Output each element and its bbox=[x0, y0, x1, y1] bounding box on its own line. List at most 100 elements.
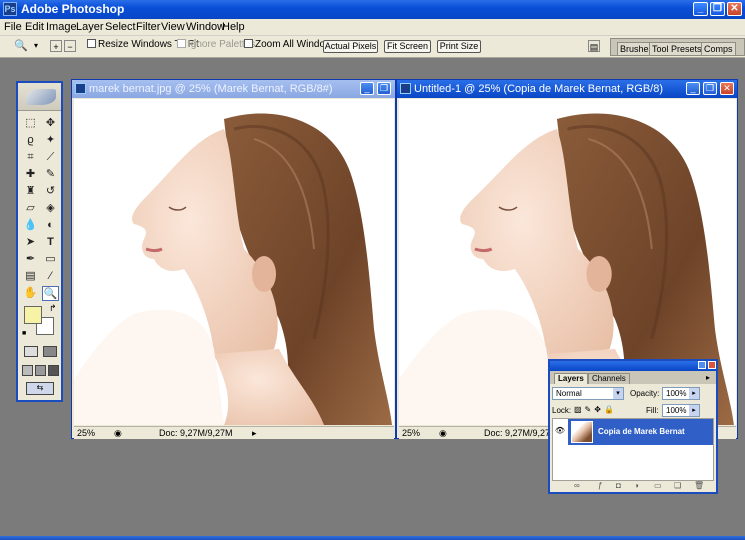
menu-image[interactable]: Image bbox=[46, 21, 77, 33]
screen-mode-standard-icon[interactable] bbox=[22, 365, 33, 376]
tab-comps[interactable]: Comps bbox=[701, 42, 736, 55]
menu-bar: File Edit Image Layer Select Filter View… bbox=[0, 19, 745, 36]
tool-preset-dropdown-icon[interactable]: ▾ bbox=[30, 40, 42, 52]
foreground-color-swatch[interactable] bbox=[24, 306, 42, 324]
blur-tool-icon[interactable]: 💧 bbox=[22, 218, 39, 233]
zoom-tool-icon[interactable]: 🔍 bbox=[14, 40, 28, 52]
document-minimize-button[interactable]: _ bbox=[360, 82, 374, 95]
clone-stamp-tool-icon[interactable]: ♜ bbox=[22, 184, 39, 199]
eye-visibility-icon[interactable]: 👁 bbox=[553, 419, 567, 443]
layers-tabs: Layers Channels ▸ bbox=[550, 371, 716, 384]
delete-layer-icon[interactable]: 🗑 bbox=[694, 481, 704, 490]
minimize-button[interactable]: _ bbox=[693, 2, 708, 16]
quick-mask-icon[interactable] bbox=[43, 346, 57, 357]
menu-help[interactable]: Help bbox=[222, 21, 245, 33]
pen-tool-icon[interactable]: ✒ bbox=[22, 252, 39, 267]
layer-mask-icon[interactable]: ◘ bbox=[616, 481, 621, 490]
document-status-bar-1: 25% ◉ Doc: 9,27M/9,27M ▸ bbox=[74, 426, 394, 439]
tab-layers[interactable]: Layers bbox=[554, 373, 588, 384]
menu-layer[interactable]: Layer bbox=[76, 21, 104, 33]
photoshop-logo-icon: Ps bbox=[3, 2, 17, 16]
notes-tool-icon[interactable]: ▤ bbox=[22, 269, 39, 284]
layers-footer: ∞ ƒ ◘ ◑ ▭ ❏ 🗑 bbox=[550, 481, 716, 492]
paint-bucket-tool-icon[interactable]: ◈ bbox=[42, 201, 59, 216]
crop-tool-icon[interactable]: ⌗ bbox=[22, 150, 39, 165]
status-arrow-icon[interactable]: ▸ bbox=[252, 428, 257, 439]
eraser-tool-icon[interactable]: ▱ bbox=[22, 201, 39, 216]
document-window-1: marek bernat.jpg @ 25% (Marek Bernat, RG… bbox=[71, 79, 396, 439]
layers-palette: Layers Channels ▸ Normal ▾ Opacity: 100% ▸… bbox=[548, 359, 718, 494]
zoom-in-icon[interactable]: + bbox=[50, 40, 62, 52]
zoom-level[interactable]: 25% bbox=[77, 428, 95, 438]
close-button[interactable]: ✕ bbox=[727, 2, 742, 16]
restore-button[interactable]: ❐ bbox=[710, 2, 725, 16]
adjustment-layer-icon[interactable]: ◑ bbox=[634, 481, 639, 490]
magic-wand-tool-icon[interactable]: ✦ bbox=[42, 133, 59, 148]
document-title: marek bernat.jpg @ 25% (Marek Bernat, RG… bbox=[89, 83, 333, 95]
link-layers-icon[interactable]: ∞ bbox=[574, 481, 580, 490]
opacity-input[interactable]: 100% ▸ bbox=[662, 387, 700, 400]
fill-input[interactable]: 100% ▸ bbox=[662, 404, 700, 417]
standard-mode-icon[interactable] bbox=[24, 346, 38, 357]
swap-colors-icon[interactable]: ↱ bbox=[49, 303, 57, 314]
zoom-tool-icon[interactable]: 🔍 bbox=[42, 286, 59, 301]
move-tool-icon[interactable]: ✥ bbox=[42, 116, 59, 131]
type-tool-icon[interactable]: T bbox=[42, 235, 59, 250]
document-size-info: Doc: 9,27M/9,27M bbox=[484, 428, 558, 438]
toolbox-header bbox=[18, 83, 61, 111]
screen-mode-full-icon[interactable] bbox=[48, 365, 59, 376]
healing-brush-tool-icon[interactable]: ✚ bbox=[22, 167, 39, 182]
layer-row[interactable]: Copia de Marek Bernat bbox=[568, 419, 713, 445]
palette-close-button[interactable] bbox=[708, 361, 716, 369]
document-maximize-button[interactable]: ❐ bbox=[377, 82, 391, 95]
menu-window[interactable]: Window bbox=[186, 21, 225, 33]
document-maximize-button[interactable]: ❐ bbox=[703, 82, 717, 95]
actual-pixels-button[interactable]: Actual Pixels bbox=[323, 40, 378, 53]
path-selection-tool-icon[interactable]: ➤ bbox=[22, 235, 39, 250]
blend-mode-select[interactable]: Normal ▾ bbox=[552, 387, 624, 400]
jump-to-imageready-icon[interactable]: ⇆ bbox=[26, 382, 54, 395]
tab-tool-presets[interactable]: Tool Presets bbox=[649, 42, 705, 55]
menu-view[interactable]: View bbox=[161, 21, 185, 33]
lock-icons[interactable]: ▨✎✥🔒 bbox=[574, 405, 617, 414]
status-menu-icon[interactable]: ◉ bbox=[439, 428, 447, 439]
layer-style-icon[interactable]: ƒ bbox=[598, 481, 602, 490]
tab-channels[interactable]: Channels bbox=[588, 373, 630, 384]
chevron-right-icon: ▸ bbox=[689, 405, 699, 416]
document-minimize-button[interactable]: _ bbox=[686, 82, 700, 95]
layers-palette-title-bar bbox=[550, 361, 716, 371]
layer-group-icon[interactable]: ▭ bbox=[654, 481, 662, 490]
palette-menu-icon[interactable]: ▸ bbox=[706, 373, 710, 382]
marquee-tool-icon[interactable]: ⬚ bbox=[22, 116, 39, 131]
screen-mode-full-menu-icon[interactable] bbox=[35, 365, 46, 376]
menu-select[interactable]: Select bbox=[105, 21, 136, 33]
hand-tool-icon[interactable]: ✋ bbox=[22, 286, 39, 301]
opacity-label: Opacity: bbox=[630, 389, 660, 398]
document-title-bar-2: Untitled-1 @ 25% (Copia de Marek Bernat,… bbox=[397, 80, 737, 98]
shape-tool-icon[interactable]: ▭ bbox=[42, 252, 59, 267]
menu-filter[interactable]: Filter bbox=[136, 21, 160, 33]
feather-logo-icon bbox=[26, 89, 56, 105]
document-close-button[interactable]: ✕ bbox=[720, 82, 734, 95]
print-size-button[interactable]: Print Size bbox=[437, 40, 481, 53]
menu-file[interactable]: File bbox=[4, 21, 22, 33]
new-layer-icon[interactable]: ❏ bbox=[674, 481, 681, 490]
dodge-tool-icon[interactable]: ◐ bbox=[42, 218, 59, 233]
status-menu-icon[interactable]: ◉ bbox=[114, 428, 122, 439]
file-browser-icon[interactable]: ▤ bbox=[588, 40, 600, 52]
fit-screen-button[interactable]: Fit Screen bbox=[384, 40, 431, 53]
menu-edit[interactable]: Edit bbox=[25, 21, 44, 33]
zoom-level[interactable]: 25% bbox=[402, 428, 420, 438]
lasso-tool-icon[interactable]: ϱ bbox=[22, 133, 39, 148]
default-colors-icon[interactable]: ■ bbox=[22, 330, 26, 337]
eyedropper-tool-icon[interactable]: ⁄ bbox=[42, 269, 59, 284]
slice-tool-icon[interactable]: ⟋ bbox=[42, 150, 59, 165]
document-title-bar-1: marek bernat.jpg @ 25% (Marek Bernat, RG… bbox=[72, 80, 395, 98]
palette-minimize-button[interactable] bbox=[698, 361, 706, 369]
layer-thumbnail bbox=[571, 421, 593, 443]
document-icon bbox=[75, 83, 86, 94]
zoom-out-icon[interactable]: − bbox=[64, 40, 76, 52]
image-canvas-1[interactable] bbox=[74, 99, 394, 425]
history-brush-tool-icon[interactable]: ↺ bbox=[42, 184, 59, 199]
brush-tool-icon[interactable]: ✎ bbox=[42, 167, 59, 182]
